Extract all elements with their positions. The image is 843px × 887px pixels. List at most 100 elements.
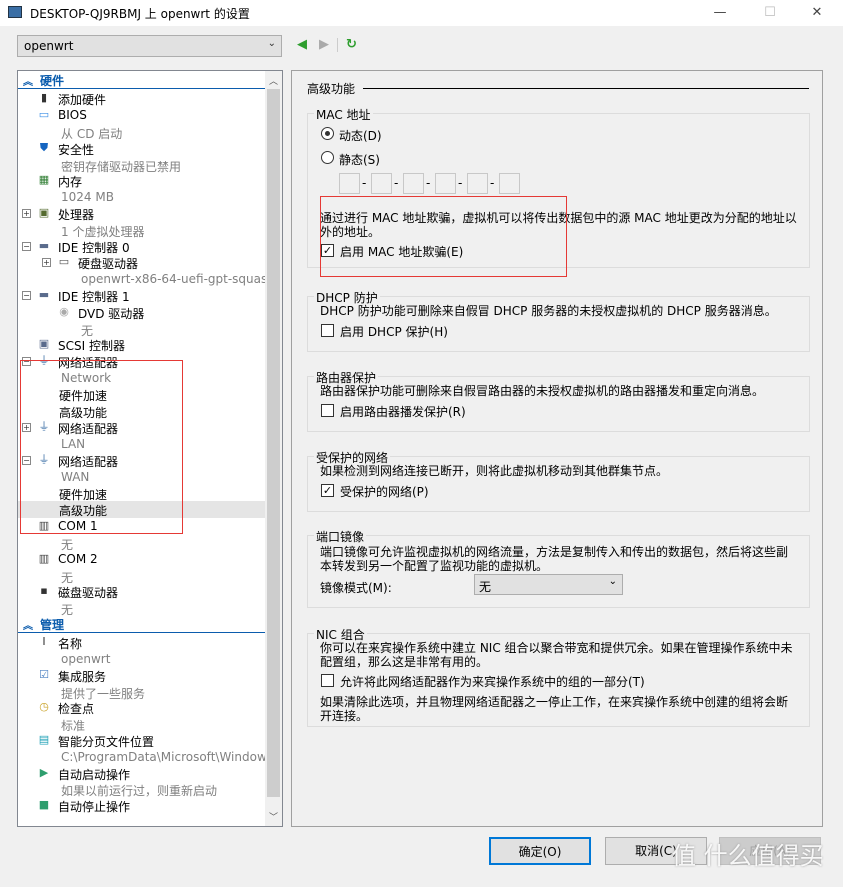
tree-item[interactable]: ▪ 磁盘驱动器 xyxy=(18,583,266,600)
dynamic-radio[interactable] xyxy=(321,127,334,140)
nic-teaming-label[interactable]: 允许将此网络适配器作为来宾操作系统中的组的一部分(T) xyxy=(340,673,645,690)
expand-icon[interactable]: + xyxy=(42,258,51,268)
tree-item[interactable]: 硬件加速 xyxy=(18,485,266,502)
tree-item[interactable]: ▶ 自动启动操作 xyxy=(18,765,266,782)
minimize-button[interactable]: — xyxy=(705,2,735,24)
ide-controller-icon: ▬ xyxy=(38,238,50,252)
mac-octet-input[interactable] xyxy=(467,173,488,194)
mac-octet-input[interactable] xyxy=(499,173,520,194)
tree-item[interactable]: − ⏚ 网络适配器 xyxy=(18,452,266,469)
back-icon[interactable]: ◀ xyxy=(297,37,307,52)
expand-icon[interactable]: + xyxy=(22,208,31,218)
mac-spoof-label[interactable]: 启用 MAC 地址欺骗(E) xyxy=(340,243,463,260)
tree-item-detail: C:\ProgramData\Microsoft\Windows\H... xyxy=(18,749,282,766)
refresh-icon[interactable]: ↻ xyxy=(346,37,357,52)
tree-item[interactable]: ◉ DVD 驱动器 xyxy=(18,304,266,321)
mirror-mode-select[interactable]: 无 ⌄ xyxy=(474,574,623,595)
memory-icon: ▦ xyxy=(38,173,50,187)
collapse-icon[interactable]: − xyxy=(22,455,31,465)
tree-item[interactable]: 高级功能 xyxy=(18,403,266,420)
tree-item[interactable]: − ⏚ 网络适配器 xyxy=(18,353,266,370)
mac-separator: - xyxy=(490,176,495,190)
static-label[interactable]: 静态(S) xyxy=(339,151,380,168)
section-management[interactable]: ︽ 管理 xyxy=(18,616,266,633)
tree-item[interactable]: ▣ SCSI 控制器 xyxy=(18,336,266,353)
tree-item-label: 安全性 xyxy=(58,142,95,157)
nav-divider xyxy=(337,38,338,52)
tree-item[interactable]: ◷ 检查点 xyxy=(18,699,266,716)
collapse-icon[interactable]: − xyxy=(22,241,31,251)
tree-item[interactable]: ▭ BIOS xyxy=(18,107,266,124)
tree-item-detail: 如果以前运行过，则重新启动 xyxy=(18,781,266,798)
name-icon: I xyxy=(42,635,46,649)
tree-item[interactable]: ⛊ 安全性 xyxy=(18,140,266,157)
tree-item[interactable]: ▥ COM 2 xyxy=(18,551,266,568)
tree-item[interactable]: + ▭ 硬盘驱动器 xyxy=(18,254,266,271)
com-port-icon: ▥ xyxy=(38,551,50,565)
vm-select[interactable]: openwrt ⌄ xyxy=(17,35,282,57)
title-bar: DESKTOP-QJ9RBMJ 上 openwrt 的设置 — ☐ ✕ xyxy=(0,0,843,26)
collapse-icon[interactable]: − xyxy=(22,290,31,300)
tree-item[interactable]: ▤ 智能分页文件位置 xyxy=(18,732,266,749)
tree-item-detail: 无 xyxy=(18,600,266,617)
tree-item-label: IDE 控制器 0 xyxy=(58,240,130,255)
mac-spoof-description-2: 外的地址。 xyxy=(320,225,381,239)
static-radio[interactable] xyxy=(321,151,334,164)
protected-checkbox[interactable]: ✓ xyxy=(321,484,334,497)
expand-icon[interactable]: + xyxy=(22,423,31,433)
tree-item[interactable]: ▦ 内存 xyxy=(18,172,266,189)
tree-item[interactable]: − ▬ IDE 控制器 0 xyxy=(18,238,266,255)
tree-item[interactable]: 硬件加速 xyxy=(18,386,266,403)
tree-item-detail: Network xyxy=(18,370,266,387)
tree-item-label: 网络适配器 xyxy=(58,356,119,371)
router-label[interactable]: 启用路由器播发保护(R) xyxy=(340,403,466,420)
forward-icon[interactable]: ▶ xyxy=(319,37,329,52)
ok-button[interactable]: 确定(O) xyxy=(489,837,591,865)
tree-item-sublabel: 1024 MB xyxy=(61,190,114,205)
scroll-down-icon[interactable]: ﹀ xyxy=(265,810,282,823)
close-button[interactable]: ✕ xyxy=(802,2,832,24)
com-port-icon: ▥ xyxy=(38,519,50,533)
dhcp-group: DHCP 防护 DHCP 防护功能可删除来自假冒 DHCP 服务器的未授权虚拟机… xyxy=(307,289,810,352)
section-hardware[interactable]: ︽ 硬件 xyxy=(18,72,266,89)
mac-octet-input[interactable] xyxy=(339,173,360,194)
tree-scrollbar[interactable]: ︿ ﹀ xyxy=(265,71,282,826)
router-checkbox[interactable] xyxy=(321,404,334,417)
mac-octet-input[interactable] xyxy=(403,173,424,194)
tree-item-label: 处理器 xyxy=(58,207,95,222)
maximize-button[interactable]: ☐ xyxy=(755,2,785,24)
collapse-icon[interactable]: ︽ xyxy=(23,617,33,632)
dhcp-label[interactable]: 启用 DHCP 保护(H) xyxy=(340,323,448,340)
tree-item[interactable]: 高级功能 xyxy=(18,501,266,519)
chevron-down-icon: ⌄ xyxy=(608,576,617,587)
dvd-icon: ◉ xyxy=(59,304,69,318)
paging-icon: ▤ xyxy=(38,733,50,746)
tree-item[interactable]: ▥ COM 1 xyxy=(18,518,266,535)
auto-start-icon: ▶ xyxy=(39,765,49,779)
tree-item[interactable]: + ▣ 处理器 xyxy=(18,205,266,222)
collapse-icon[interactable]: − xyxy=(22,357,31,367)
tree-item[interactable]: ▮ 添加硬件 xyxy=(18,90,266,107)
tree-item-label: 网络适配器 xyxy=(58,422,119,437)
scrollbar-thumb[interactable] xyxy=(267,89,280,797)
protected-network-group: 受保护的网络 如果检测到网络连接已断开，则将此虚拟机移动到其他群集节点。 ✓ 受… xyxy=(307,449,810,512)
scroll-up-icon[interactable]: ︿ xyxy=(265,74,282,87)
dhcp-checkbox[interactable] xyxy=(321,324,334,337)
nic-teaming-checkbox[interactable] xyxy=(321,674,334,687)
scsi-icon: ▣ xyxy=(38,337,50,351)
mirror-mode-label: 镜像模式(M): xyxy=(320,581,392,595)
mac-separator: - xyxy=(426,176,431,190)
protected-label[interactable]: 受保护的网络(P) xyxy=(340,483,429,500)
collapse-icon[interactable]: ︽ xyxy=(23,73,33,88)
tree-item[interactable]: ■ 自动停止操作 xyxy=(18,797,266,814)
mac-octet-input[interactable] xyxy=(371,173,392,194)
tree-item[interactable]: − ▬ IDE 控制器 1 xyxy=(18,287,266,304)
tree-item[interactable]: ☑ 集成服务 xyxy=(18,667,266,684)
tree-item-label: 高级功能 xyxy=(59,504,108,519)
mac-spoof-checkbox[interactable]: ✓ xyxy=(321,244,334,257)
panel-title: 高级功能 xyxy=(307,82,356,96)
tree-item[interactable]: I 名称 xyxy=(18,634,266,651)
dynamic-label[interactable]: 动态(D) xyxy=(339,127,382,144)
mac-octet-input[interactable] xyxy=(435,173,456,194)
tree-item[interactable]: + ⏚ 网络适配器 xyxy=(18,419,266,436)
